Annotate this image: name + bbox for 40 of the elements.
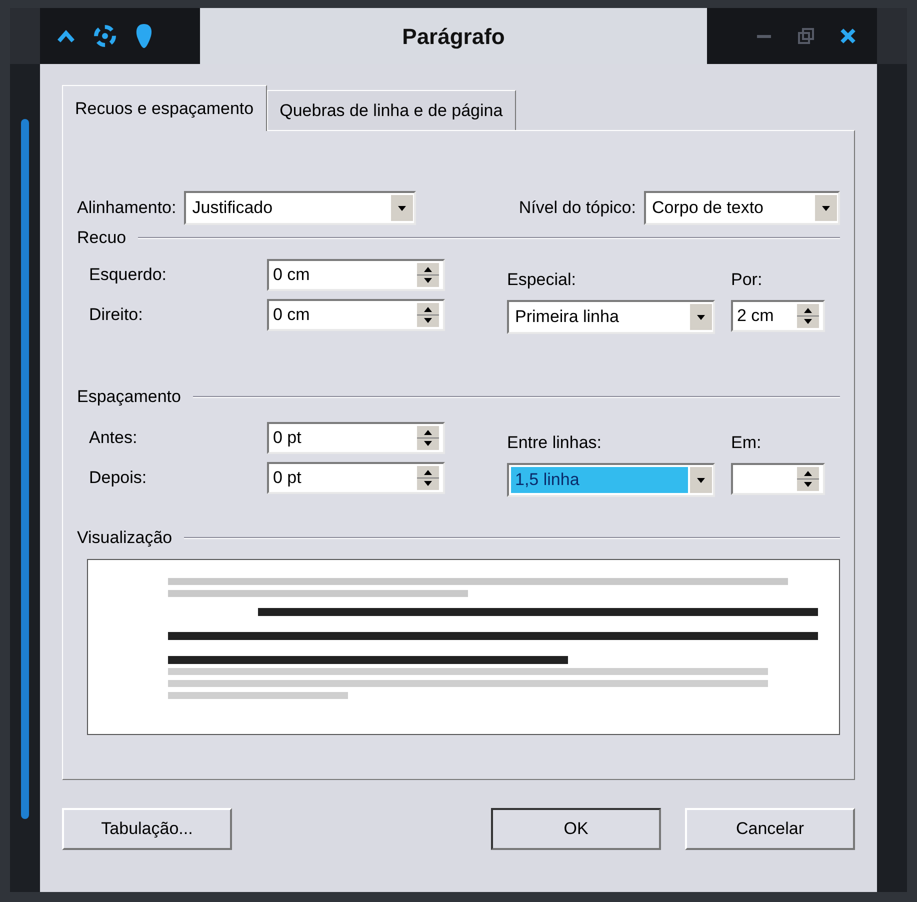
group-title: Visualização xyxy=(77,527,172,549)
tab[interactable]: Recuos e espaçamento xyxy=(62,85,267,131)
by-label: Por: xyxy=(731,268,764,290)
line-spacing-dropdown[interactable]: 1,5 linha xyxy=(507,463,715,497)
spinner-arrows-icon[interactable] xyxy=(417,426,439,450)
target-icon[interactable] xyxy=(92,23,118,49)
left-indent-field[interactable]: 0 cm xyxy=(267,258,445,290)
outline-level-label: Nível do tópico: xyxy=(518,197,636,220)
chevron-up-icon[interactable] xyxy=(56,28,76,44)
before-spacing-label: Antes: xyxy=(89,426,138,449)
group-title: Recuo xyxy=(77,227,126,249)
spinner-arrows-icon[interactable] xyxy=(797,304,819,328)
group-title: Espaçamento xyxy=(77,386,181,408)
special-dropdown[interactable]: Primeira linha xyxy=(507,300,715,334)
before-spacing-field[interactable]: 0 pt xyxy=(267,422,445,454)
restore-icon[interactable] xyxy=(797,27,815,45)
ok-button[interactable]: OK xyxy=(491,808,661,850)
special-label: Especial: xyxy=(507,268,577,290)
outline-level-dropdown[interactable]: Corpo de texto xyxy=(644,191,840,225)
spinner-arrows-icon[interactable] xyxy=(417,302,439,326)
after-spacing-label: Depois: xyxy=(89,466,148,489)
spinner-arrows-icon[interactable] xyxy=(417,466,439,490)
left-indent-label: Esquerdo: xyxy=(89,264,168,286)
at-field[interactable] xyxy=(731,463,825,495)
tabs-button[interactable]: Tabulação... xyxy=(62,808,232,850)
alignment-label: Alinhamento: xyxy=(77,197,176,220)
tab[interactable]: Quebras de linha e de página xyxy=(266,90,516,130)
right-indent-label: Direito: xyxy=(89,304,144,326)
window-title: Parágrafo xyxy=(401,22,506,51)
line-spacing-label: Entre linhas: xyxy=(507,432,602,454)
cancel-button[interactable]: Cancelar xyxy=(685,808,855,850)
spinner-arrows-icon[interactable] xyxy=(797,467,819,491)
alignment-dropdown[interactable]: Justificado xyxy=(184,191,416,225)
alien-head-icon[interactable] xyxy=(134,22,154,50)
right-indent-field[interactable]: 0 cm xyxy=(267,298,445,330)
spinner-arrows-icon[interactable] xyxy=(417,262,439,286)
at-label: Em: xyxy=(731,432,762,454)
after-spacing-field[interactable]: 0 pt xyxy=(267,462,445,494)
close-icon[interactable] xyxy=(839,27,857,45)
by-field[interactable]: 2 cm xyxy=(731,300,825,332)
